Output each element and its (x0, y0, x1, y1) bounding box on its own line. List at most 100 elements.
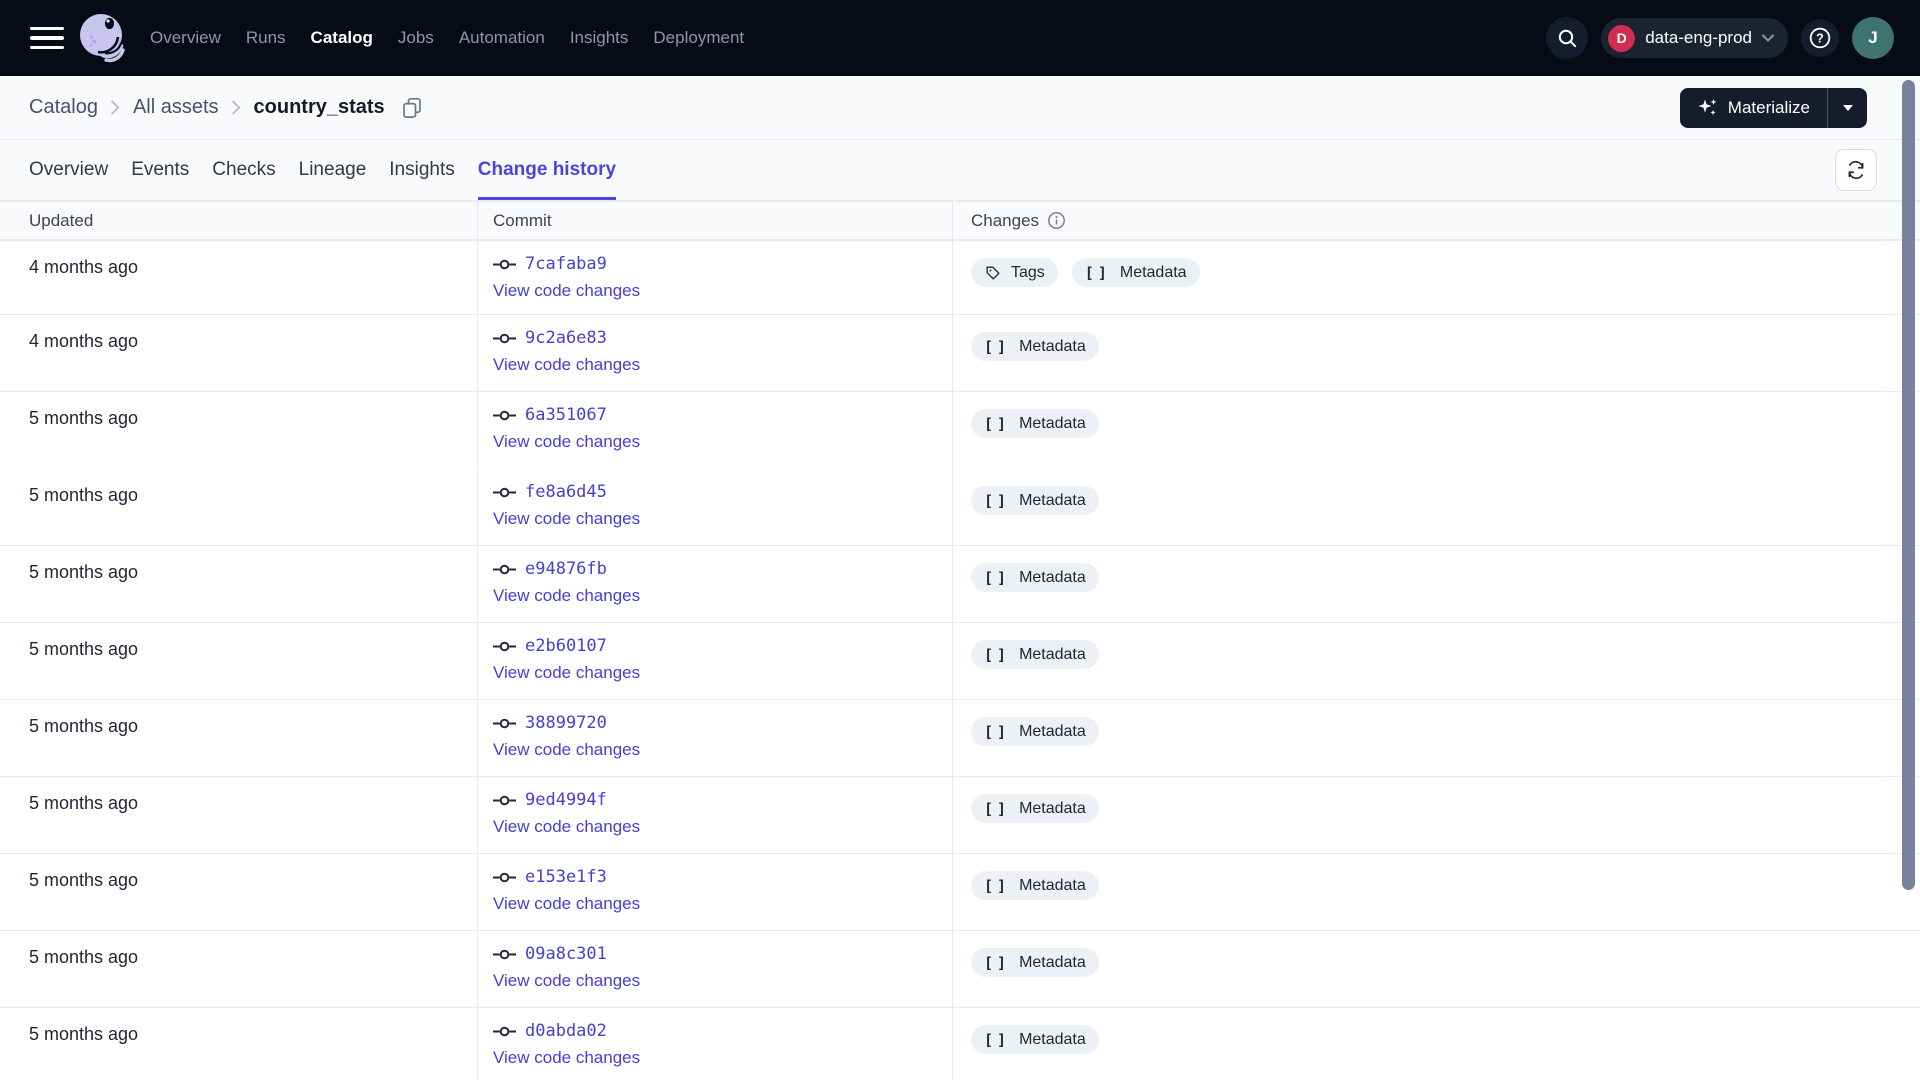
tab-events[interactable]: Events (131, 140, 189, 200)
commit-hash-link[interactable]: 38899720 (525, 713, 607, 733)
change-badge-label: Metadata (1019, 722, 1086, 740)
change-badge-metadata: [] Metadata (971, 409, 1099, 438)
change-badge-label: Tags (1011, 263, 1045, 281)
nav-item-deployment[interactable]: Deployment (653, 28, 744, 48)
brackets-icon: [] (984, 722, 1011, 741)
changes-cell: [] Metadata (952, 469, 1920, 545)
commit-hash-link[interactable]: e2b60107 (525, 636, 607, 656)
brackets-icon: [] (984, 337, 1011, 356)
view-code-changes-link[interactable]: View code changes (493, 281, 640, 301)
commit-cell: 6a351067 View code changes (477, 392, 952, 468)
commit-hash-link[interactable]: 9c2a6e83 (525, 328, 607, 348)
refresh-icon (1848, 160, 1864, 180)
view-code-changes-link[interactable]: View code changes (493, 740, 640, 760)
brackets-icon: [] (984, 568, 1011, 587)
git-commit-icon (493, 1026, 516, 1036)
info-icon[interactable] (1047, 211, 1066, 230)
deployment-name: data-eng-prod (1645, 28, 1752, 47)
commit-hash-link[interactable]: 6a351067 (525, 405, 607, 425)
primary-nav: Overview Runs Catalog Jobs Automation Insight… (150, 28, 744, 48)
changes-cell: [] Metadata (952, 392, 1920, 468)
change-badge-metadata: [] Metadata (971, 948, 1099, 977)
tab-checks[interactable]: Checks (212, 140, 275, 200)
commit-cell: 9c2a6e83 View code changes (477, 315, 952, 391)
deployment-switcher[interactable]: D data-eng-prod (1601, 18, 1788, 58)
view-code-changes-link[interactable]: View code changes (493, 817, 640, 837)
table-row: 5 months ago 38899720 View code changes … (0, 699, 1920, 776)
asset-name: country_stats (253, 96, 385, 118)
nav-item-runs[interactable]: Runs (246, 28, 286, 48)
view-code-changes-link[interactable]: View code changes (493, 971, 640, 991)
changes-cell: [] Metadata (952, 700, 1920, 776)
view-code-changes-link[interactable]: View code changes (493, 432, 640, 452)
search-button[interactable] (1546, 17, 1589, 59)
breadcrumb-link-catalog[interactable]: Catalog (29, 96, 98, 119)
help-button[interactable]: ? (1801, 19, 1839, 57)
breadcrumb: Catalog All assets country_stats (29, 96, 424, 120)
brackets-icon: [] (984, 491, 1011, 510)
nav-item-jobs[interactable]: Jobs (398, 28, 434, 48)
updated-cell: 5 months ago (29, 639, 139, 659)
materialize-dropdown-button[interactable] (1827, 87, 1867, 128)
commit-cell: 38899720 View code changes (477, 700, 952, 776)
breadcrumb-link-all-assets[interactable]: All assets (133, 96, 219, 119)
view-code-changes-link[interactable]: View code changes (493, 894, 640, 914)
help-icon: ? (1809, 27, 1831, 49)
change-history-rows: 4 months ago 7cafaba9 View code changes (0, 240, 1920, 1080)
changes-cell: [] Metadata (952, 1008, 1920, 1080)
change-badge-label: Metadata (1019, 568, 1086, 586)
git-commit-icon (493, 949, 516, 959)
commit-hash-link[interactable]: fe8a6d45 (525, 482, 607, 502)
chevron-down-icon (1762, 34, 1774, 42)
view-code-changes-link[interactable]: View code changes (493, 586, 640, 606)
git-commit-icon (493, 333, 516, 343)
tab-insights[interactable]: Insights (389, 140, 454, 200)
refresh-button[interactable] (1835, 149, 1877, 191)
updated-cell: 5 months ago (29, 408, 139, 428)
commit-cell: 09a8c301 View code changes (477, 931, 952, 1007)
tab-change-history[interactable]: Change history (477, 140, 617, 200)
copy-button[interactable] (400, 96, 424, 120)
view-code-changes-link[interactable]: View code changes (493, 509, 640, 529)
column-header-commit: Commit (477, 202, 952, 239)
table-row: 4 months ago 9c2a6e83 View code changes … (0, 314, 1920, 391)
updated-cell: 4 months ago (29, 331, 139, 351)
commit-hash-link[interactable]: d0abda02 (525, 1021, 607, 1041)
commit-hash-link[interactable]: e94876fb (525, 559, 607, 579)
change-badge-metadata: [] Metadata (971, 1025, 1099, 1054)
dagster-logo[interactable] (76, 10, 128, 66)
brackets-icon: [] (984, 799, 1011, 818)
change-badge-label: Metadata (1019, 491, 1086, 509)
nav-item-overview[interactable]: Overview (150, 28, 221, 48)
nav-item-catalog[interactable]: Catalog (311, 28, 373, 48)
commit-cell: 9ed4994f View code changes (477, 777, 952, 853)
tab-overview[interactable]: Overview (29, 140, 108, 200)
commit-hash-link[interactable]: 9ed4994f (525, 790, 607, 810)
tab-lineage[interactable]: Lineage (299, 140, 367, 200)
git-commit-icon (493, 564, 516, 574)
view-code-changes-link[interactable]: View code changes (493, 355, 640, 375)
table-row: 5 months ago e94876fb View code changes … (0, 545, 1920, 622)
commit-hash-link[interactable]: 7cafaba9 (525, 254, 607, 274)
changes-cell: Tags [] Metadata (952, 241, 1920, 314)
git-commit-icon (493, 410, 516, 420)
updated-cell: 4 months ago (29, 257, 139, 277)
git-commit-icon (493, 718, 516, 728)
hamburger-menu-icon[interactable] (30, 27, 64, 49)
changes-cell: [] Metadata (952, 623, 1920, 699)
commit-hash-link[interactable]: 09a8c301 (525, 944, 607, 964)
nav-item-automation[interactable]: Automation (459, 28, 545, 48)
search-icon (1558, 29, 1576, 47)
materialize-button[interactable]: Materialize (1680, 88, 1827, 128)
updated-cell: 5 months ago (29, 947, 139, 967)
view-code-changes-link[interactable]: View code changes (493, 1048, 640, 1068)
change-badge-label: Metadata (1119, 263, 1187, 281)
brackets-icon: [] (984, 645, 1011, 664)
updated-cell: 5 months ago (29, 1024, 139, 1044)
vertical-scrollbar-thumb[interactable] (1902, 80, 1915, 890)
view-code-changes-link[interactable]: View code changes (493, 663, 640, 683)
nav-item-insights[interactable]: Insights (570, 28, 629, 48)
commit-hash-link[interactable]: e153e1f3 (525, 867, 607, 887)
user-avatar[interactable]: J (1852, 17, 1894, 59)
change-badge-metadata: [] Metadata (1071, 258, 1200, 287)
